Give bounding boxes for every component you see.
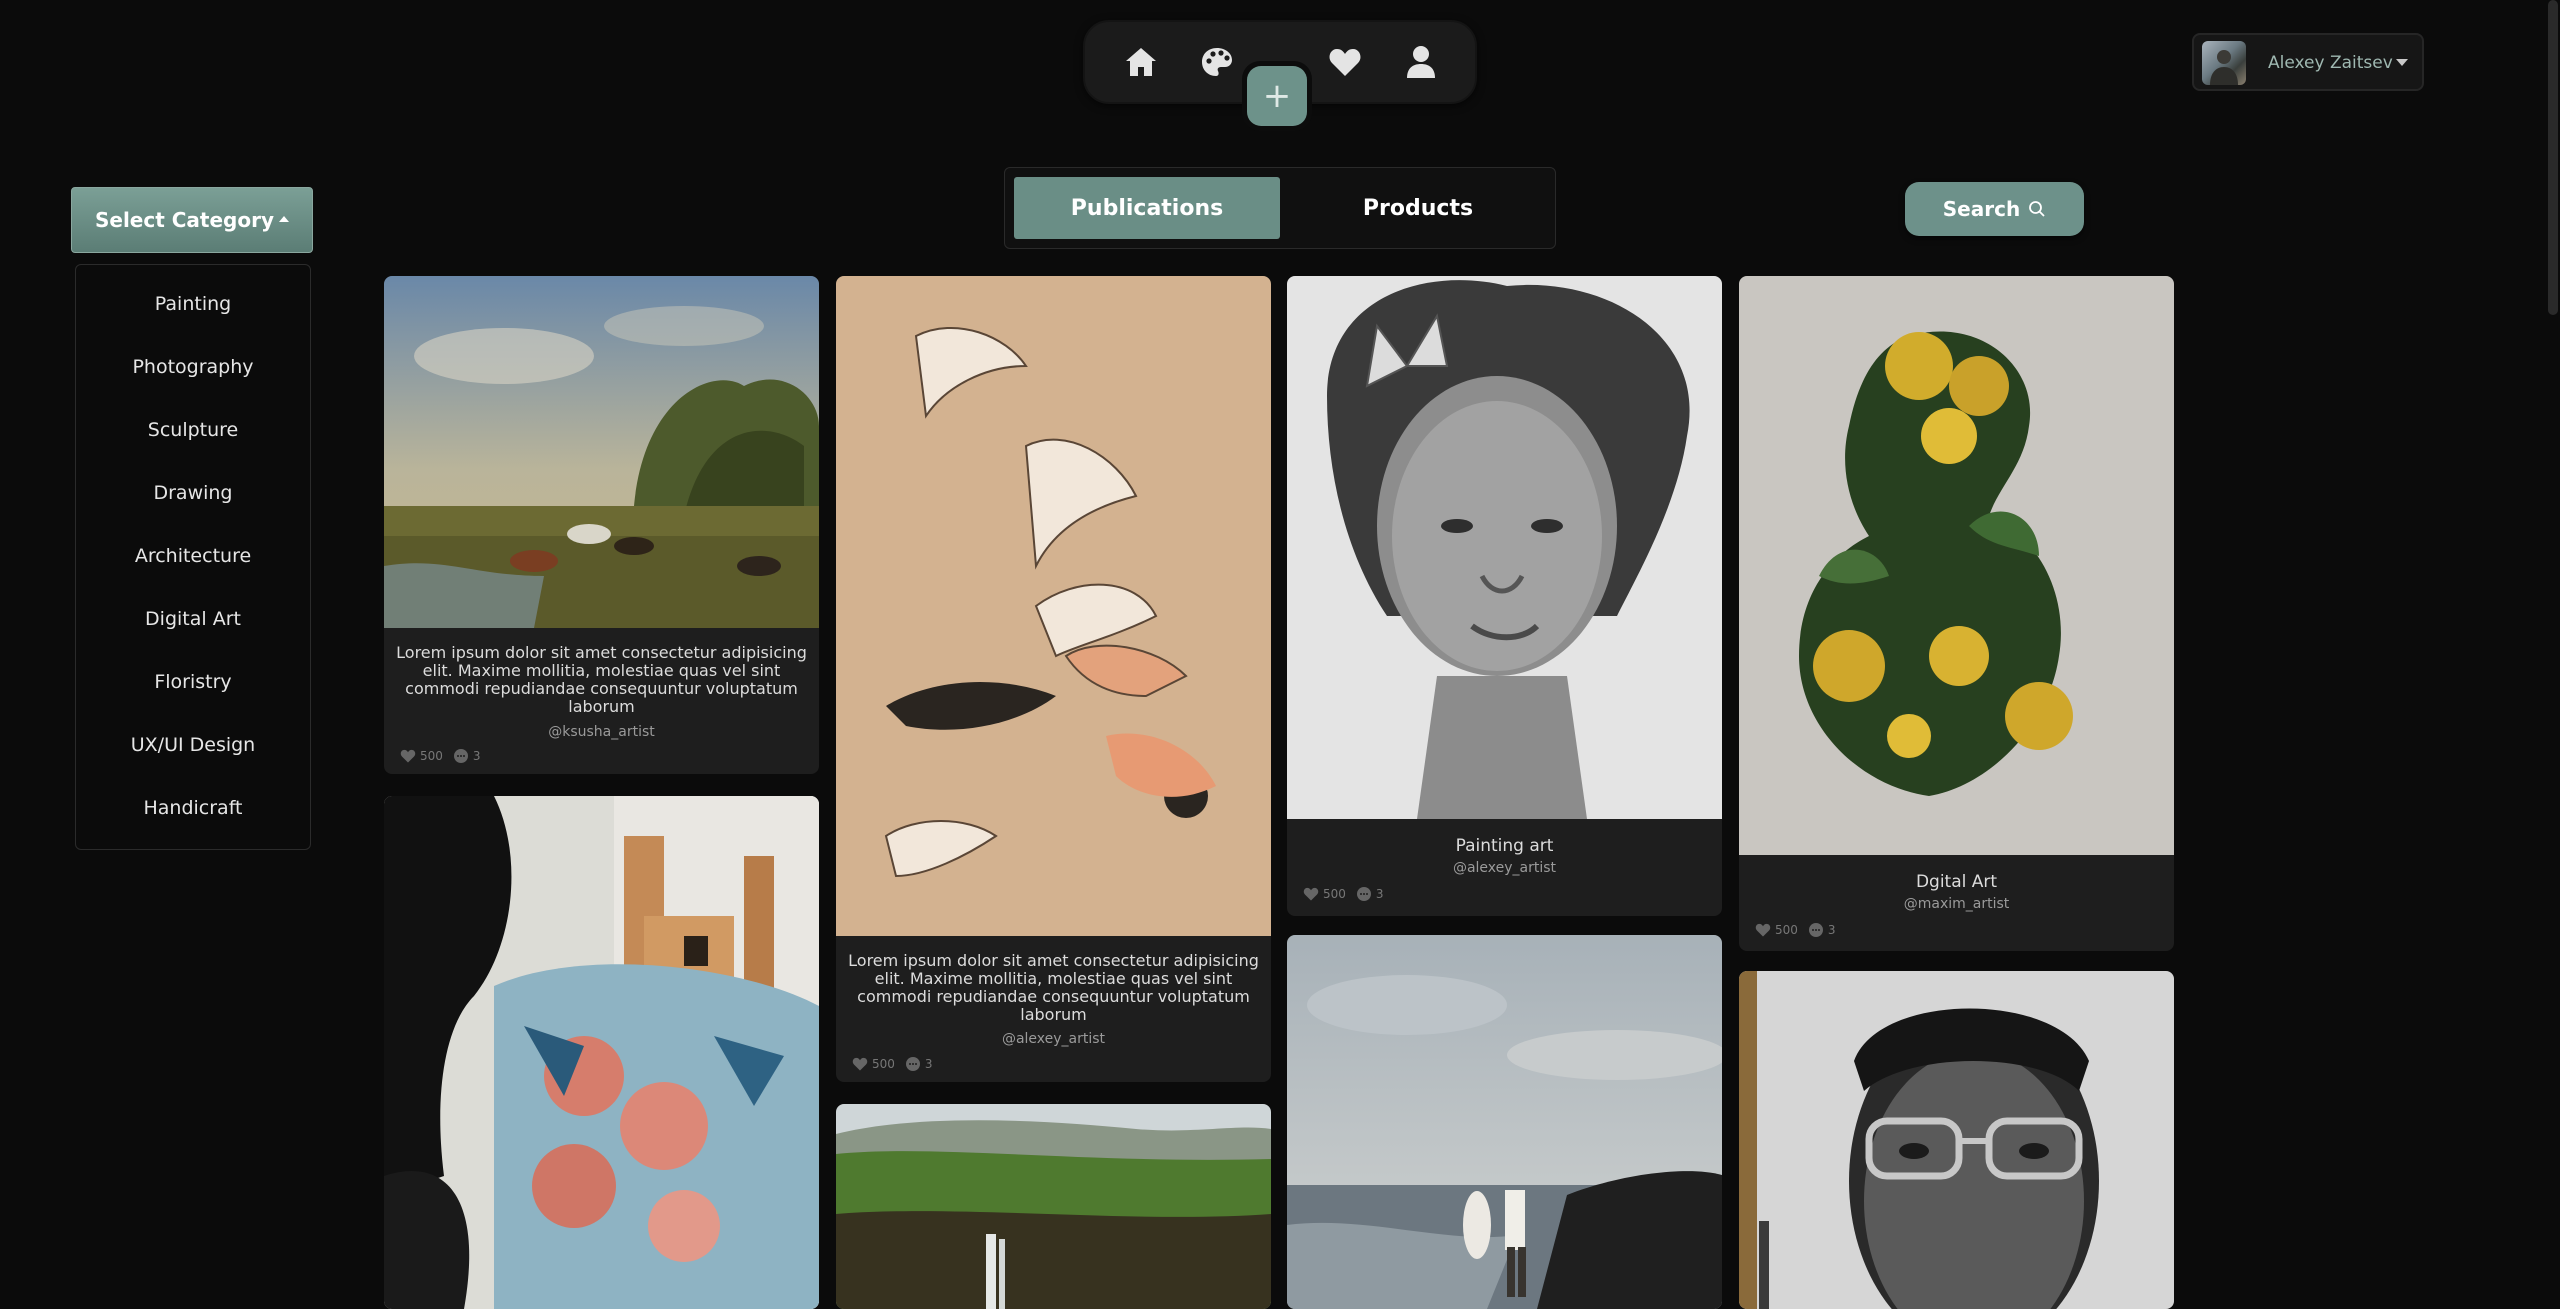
publication-card[interactable] [836,1104,1271,1309]
user-name: Alexey Zaitsev [2268,53,2393,73]
likes-count: 500 [1323,887,1346,901]
avatar [2202,41,2246,85]
tab-publications[interactable]: Publications [1014,177,1280,239]
category-item[interactable]: Sculpture [76,419,310,441]
card-description: Lorem ipsum dolor sit amet consectetur a… [396,643,807,716]
likes-count: 500 [420,749,443,763]
search-button[interactable]: Search [1905,182,2084,236]
author-handle[interactable]: @maxim_artist [1739,896,2174,912]
heart-icon[interactable] [852,1057,868,1071]
select-category-label: Select Category [94,208,275,232]
landscape-painting-image [384,276,819,628]
category-item[interactable]: Painting [76,293,310,315]
plus-icon: + [1247,66,1307,126]
floral-silhouette-image [1739,276,2174,855]
category-item[interactable]: Drawing [76,482,310,504]
publication-card[interactable]: Lorem ipsum dolor sit amet consectetur a… [836,276,1271,1082]
author-handle[interactable]: @alexey_artist [1287,860,1722,876]
publication-card[interactable]: Painting art @alexey_artist 500 3 [1287,276,1722,916]
scrollbar-thumb[interactable] [2548,0,2558,315]
publication-card[interactable] [1287,935,1722,1309]
man-portrait-drawing-image [1739,971,2174,1309]
card-stats: 500 3 [400,748,491,764]
comments-count: 3 [472,749,481,763]
card-stats: 500 3 [1755,922,1846,938]
comments-count: 3 [1375,887,1384,901]
chevron-down-icon [2396,59,2408,66]
category-item[interactable]: UX/UI Design [76,734,310,756]
author-handle[interactable]: @alexey_artist [836,1031,1271,1047]
comment-icon[interactable] [1356,886,1372,902]
search-icon [2029,201,2045,217]
comment-icon[interactable] [1808,922,1824,938]
user-icon[interactable] [1399,40,1443,84]
pencil-portrait-image [1287,276,1722,819]
category-list: Painting Photography Sculpture Drawing A… [75,264,311,850]
category-item[interactable]: Photography [76,356,310,378]
user-menu[interactable]: Alexey Zaitsev [2192,33,2424,91]
add-post-button[interactable]: + [1242,61,1312,131]
category-item[interactable]: Floristry [76,671,310,693]
comment-icon[interactable] [905,1056,921,1072]
heart-icon[interactable] [1755,923,1771,937]
comments-count: 3 [1827,923,1836,937]
home-icon[interactable] [1119,40,1163,84]
palette-icon[interactable] [1195,40,1239,84]
couple-seaside-photo-image [1287,935,1722,1309]
card-stats: 500 3 [852,1056,943,1072]
author-handle[interactable]: @ksusha_artist [384,724,819,740]
card-title: Dgital Art [1915,872,1998,892]
birds-drawing-image [836,276,1271,936]
comment-icon[interactable] [453,748,469,764]
heart-icon[interactable] [400,749,416,763]
card-title: Painting art [1455,836,1554,856]
category-item[interactable]: Digital Art [76,608,310,630]
tab-products[interactable]: Products [1285,177,1551,239]
heart-icon[interactable] [1303,887,1319,901]
likes-count: 500 [872,1057,895,1071]
category-item[interactable]: Handicraft [76,797,310,819]
publication-card[interactable]: Lorem ipsum dolor sit amet consectetur a… [384,276,819,774]
publication-card[interactable] [1739,971,2174,1309]
painting-artist-image [384,796,819,1309]
category-item[interactable]: Architecture [76,545,310,567]
comments-count: 3 [924,1057,933,1071]
caret-up-icon [279,215,290,222]
select-category-button[interactable]: Select Category [71,187,313,253]
content-tabs: Publications Products [1004,167,1556,249]
card-stats: 500 3 [1303,886,1394,902]
waterfall-photo-image [836,1104,1271,1309]
publication-card[interactable] [384,796,819,1309]
likes-count: 500 [1775,923,1798,937]
publication-card[interactable]: Dgital Art @maxim_artist 500 3 [1739,276,2174,951]
search-label: Search [1942,197,2021,221]
card-description: Lorem ipsum dolor sit amet consectetur a… [848,951,1259,1024]
heart-icon[interactable] [1323,40,1367,84]
